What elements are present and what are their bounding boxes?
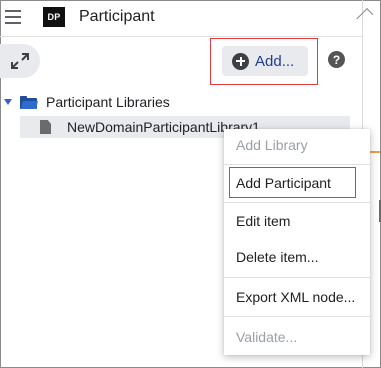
tree-item-label: Participant Libraries xyxy=(46,94,170,110)
app-logo: DP xyxy=(43,7,65,27)
menu-item-highlight xyxy=(229,167,356,198)
menu-divider xyxy=(224,277,370,278)
header: DP Participant xyxy=(0,0,362,36)
menu-item-add-library: Add Library xyxy=(236,137,308,153)
folder-open-icon xyxy=(20,95,38,109)
expand-button[interactable] xyxy=(0,44,40,78)
menu-item-edit[interactable]: Edit item xyxy=(224,206,370,236)
menu-item-validate: Validate... xyxy=(236,329,298,345)
menu-item-export-xml[interactable]: Export XML node... xyxy=(224,282,370,312)
context-menu: Add Library Add Participant Edit item De… xyxy=(224,129,370,355)
background-accent-line xyxy=(370,151,380,153)
expand-icon xyxy=(11,53,29,69)
menu-divider xyxy=(224,316,370,317)
plus-circle-icon xyxy=(232,52,249,70)
menu-icon[interactable] xyxy=(5,10,21,24)
add-button[interactable]: Add... xyxy=(222,46,308,76)
menu-item-delete[interactable]: Delete item... xyxy=(224,242,370,272)
menu-divider xyxy=(224,202,370,203)
collapse-icon[interactable] xyxy=(364,2,378,28)
menu-divider xyxy=(224,164,370,165)
page-title: Participant xyxy=(79,8,155,25)
tree-item-participant-libraries[interactable]: Participant Libraries xyxy=(4,92,170,112)
toolbar-divider xyxy=(0,36,362,37)
help-icon[interactable]: ? xyxy=(328,51,345,68)
add-button-label: Add... xyxy=(255,52,295,70)
caret-down-icon[interactable] xyxy=(4,99,12,105)
document-icon xyxy=(40,120,51,134)
